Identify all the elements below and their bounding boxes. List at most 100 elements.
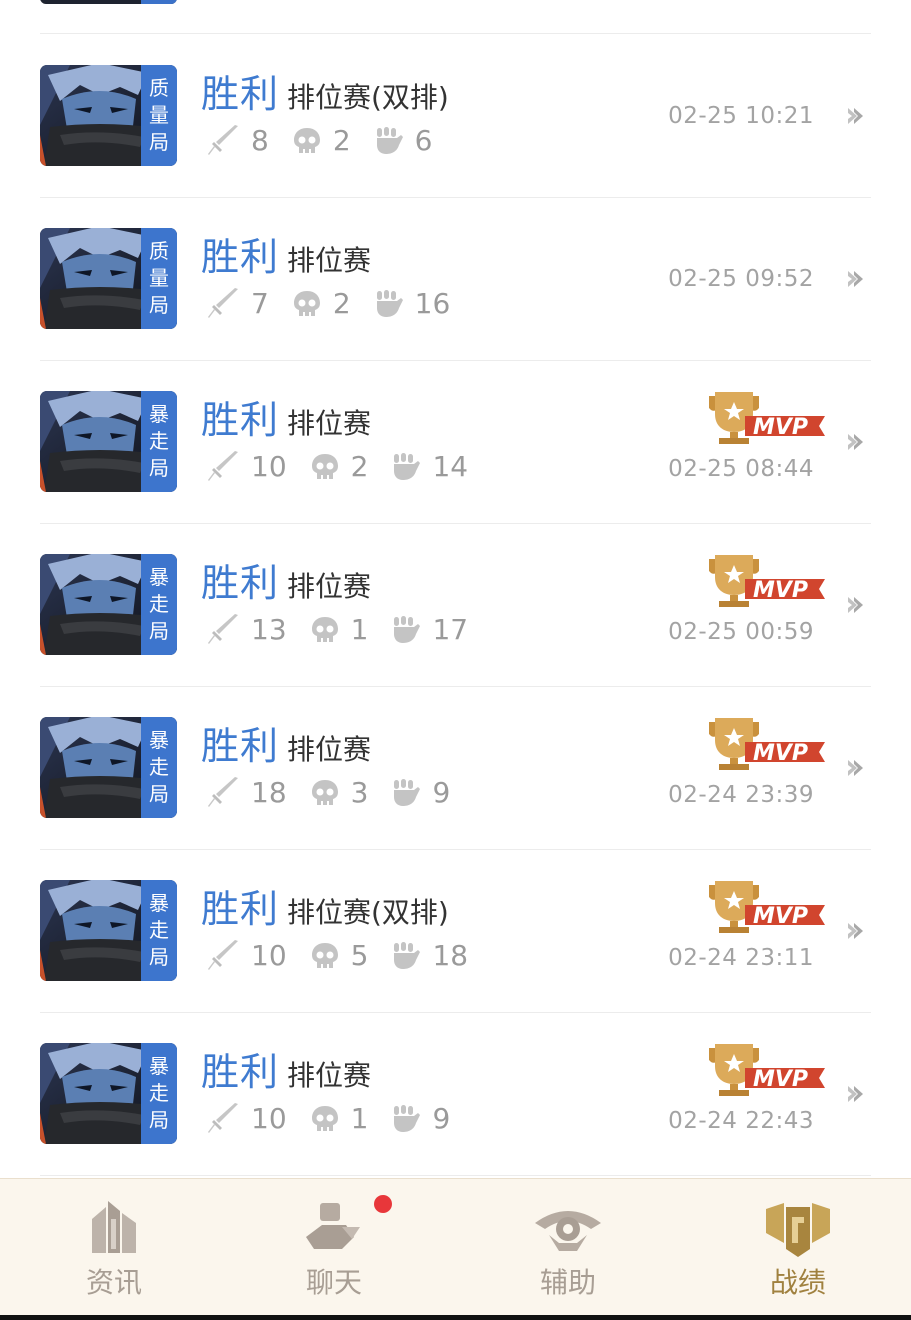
kills-sword-icon: [208, 940, 238, 970]
deaths-skull-icon: [293, 128, 320, 153]
tab-record[interactable]: 战绩: [718, 1179, 878, 1320]
kills-count: 10: [251, 939, 287, 972]
tag-char: 走: [149, 918, 169, 942]
hero-thumbnail: 暴 走 局: [40, 554, 177, 655]
kills-count: 8: [251, 124, 269, 157]
match-row[interactable]: 暴 走 局 胜利 排位赛(双排) 10 5 18 MVP 02-24 23:11: [0, 849, 911, 1012]
tag-char: 局: [149, 1108, 169, 1132]
assists-count: 14: [432, 450, 469, 483]
chevron-right-icon: [848, 597, 863, 613]
assist-eye-icon: [535, 1211, 601, 1251]
tab-record-label: 战绩: [769, 1266, 826, 1299]
tag-char: 质: [149, 239, 169, 263]
chevron-right-icon: [848, 1086, 863, 1102]
kills-stat: 7: [205, 286, 269, 322]
chevron-right-icon: [848, 760, 863, 776]
deaths-count: 2: [332, 287, 351, 320]
tag-char: 走: [149, 1081, 169, 1105]
tab-assist[interactable]: 辅助: [488, 1179, 648, 1320]
deaths-skull-icon: [311, 943, 338, 968]
deaths-stat: 1: [309, 612, 368, 648]
match-row[interactable]: 暴 走 局 胜利 排位赛 18 3 9 MVP 02-24 23:39: [0, 686, 911, 849]
deaths-count: 3: [350, 776, 369, 809]
chevron-right-icon: [848, 923, 863, 939]
assists-count: 9: [432, 776, 451, 809]
match-row[interactable]: 暴 走 局 胜利 排位赛 10 1 9 MVP 02-24 22:43: [0, 1012, 911, 1175]
deaths-count: 1: [350, 1102, 369, 1135]
match-mode: 排位赛: [287, 570, 372, 603]
deaths-stat: 2: [291, 286, 351, 322]
kda-stats: 18 3 9: [205, 773, 472, 813]
kda-stats: 10 2 14: [205, 447, 490, 487]
kills-stat: 13: [205, 612, 287, 648]
assists-stat: 6: [373, 123, 433, 159]
kda-stats: 10 5 18: [205, 936, 490, 976]
mvp-trophy-badge: MVP: [709, 555, 825, 607]
assists-hand-icon: [376, 290, 403, 317]
kills-stat: 8: [205, 123, 269, 159]
match-time: 02-24 23:11: [668, 945, 814, 971]
kda-stats: 10 1 9: [205, 1099, 472, 1139]
chat-people-icon: [306, 1203, 360, 1249]
kills-count: 13: [251, 613, 287, 646]
assists-count: 16: [414, 287, 451, 320]
tag-char: 量: [149, 103, 169, 127]
tag-char: 暴: [149, 728, 169, 752]
match-quality-tag: 质 量 局: [141, 65, 177, 166]
tab-news-label: 资讯: [85, 1266, 142, 1299]
kills-sword-icon: [208, 451, 238, 481]
news-building-icon: [92, 1201, 136, 1253]
tab-chat[interactable]: 聊天: [254, 1179, 414, 1320]
assists-count: 6: [414, 124, 433, 157]
match-quality-tag: 暴 走 局: [141, 1043, 177, 1144]
deaths-skull-icon: [311, 780, 338, 805]
match-quality-tag: 暴 走 局: [141, 880, 177, 981]
tag-char: 暴: [149, 891, 169, 915]
kills-count: 10: [251, 1102, 287, 1135]
deaths-count: 2: [350, 450, 369, 483]
tag-char: 暴: [149, 402, 169, 426]
deaths-count: 5: [350, 939, 369, 972]
deaths-skull-icon: [311, 617, 338, 642]
match-row[interactable]: 暴 走 局 胜利 排位赛 10 2 14 MVP 02-25 08:44: [0, 360, 911, 523]
deaths-skull-icon: [293, 291, 320, 316]
mvp-label: MVP: [753, 415, 808, 440]
hero-thumbnail: 质 量 局: [40, 65, 177, 166]
tab-chat-label: 聊天: [305, 1266, 362, 1299]
tag-char: 局: [149, 945, 169, 969]
hero-thumbnail: 质 量 局: [40, 228, 177, 329]
chevron-right-icon: [848, 434, 863, 450]
deaths-stat: 2: [309, 449, 369, 485]
assists-hand-icon: [376, 127, 403, 154]
match-row[interactable]: 质 量 局 胜利 排位赛(双排) 8 2 6 02-25 10:21: [0, 34, 911, 197]
match-history-list: 质 量 局 胜利 排位赛(双排) 8 2 6 02-25 10:21 质 量 局…: [0, 0, 911, 1178]
mvp-label: MVP: [753, 904, 808, 929]
deaths-count: 2: [332, 124, 351, 157]
hero-thumbnail: 暴 走 局: [40, 717, 177, 818]
tab-assist-label: 辅助: [539, 1266, 596, 1299]
previous-match-thumbnail[interactable]: [40, 0, 177, 4]
kills-stat: 10: [205, 938, 287, 974]
mvp-label: MVP: [753, 578, 808, 603]
match-quality-tag: 质 量 局: [141, 228, 177, 329]
chevron-right-icon: [848, 108, 863, 124]
match-mode: 排位赛: [287, 1059, 372, 1092]
assists-hand-icon: [394, 779, 421, 806]
mvp-trophy-badge: MVP: [709, 1044, 825, 1096]
tag-char: 暴: [149, 565, 169, 589]
assists-stat: 16: [373, 286, 451, 322]
match-result: 胜利: [201, 724, 280, 768]
match-quality-tag: 暴 走 局: [141, 554, 177, 655]
record-crest-icon: [766, 1203, 830, 1257]
mvp-trophy-badge: MVP: [709, 718, 825, 770]
kills-stat: 10: [205, 449, 287, 485]
match-row[interactable]: 质 量 局 胜利 排位赛 7 2 16 02-25 09:52: [0, 197, 911, 360]
assists-stat: 9: [390, 775, 450, 811]
mvp-trophy-badge: MVP: [709, 392, 825, 444]
kills-count: 7: [251, 287, 269, 320]
mvp-trophy-badge: MVP: [709, 881, 825, 933]
tag-char: 局: [149, 130, 169, 154]
tag-char: 走: [149, 592, 169, 616]
match-row[interactable]: 暴 走 局 胜利 排位赛 13 1 17 MVP 02-25 00:59: [0, 523, 911, 686]
tab-news[interactable]: 资讯: [34, 1179, 194, 1320]
